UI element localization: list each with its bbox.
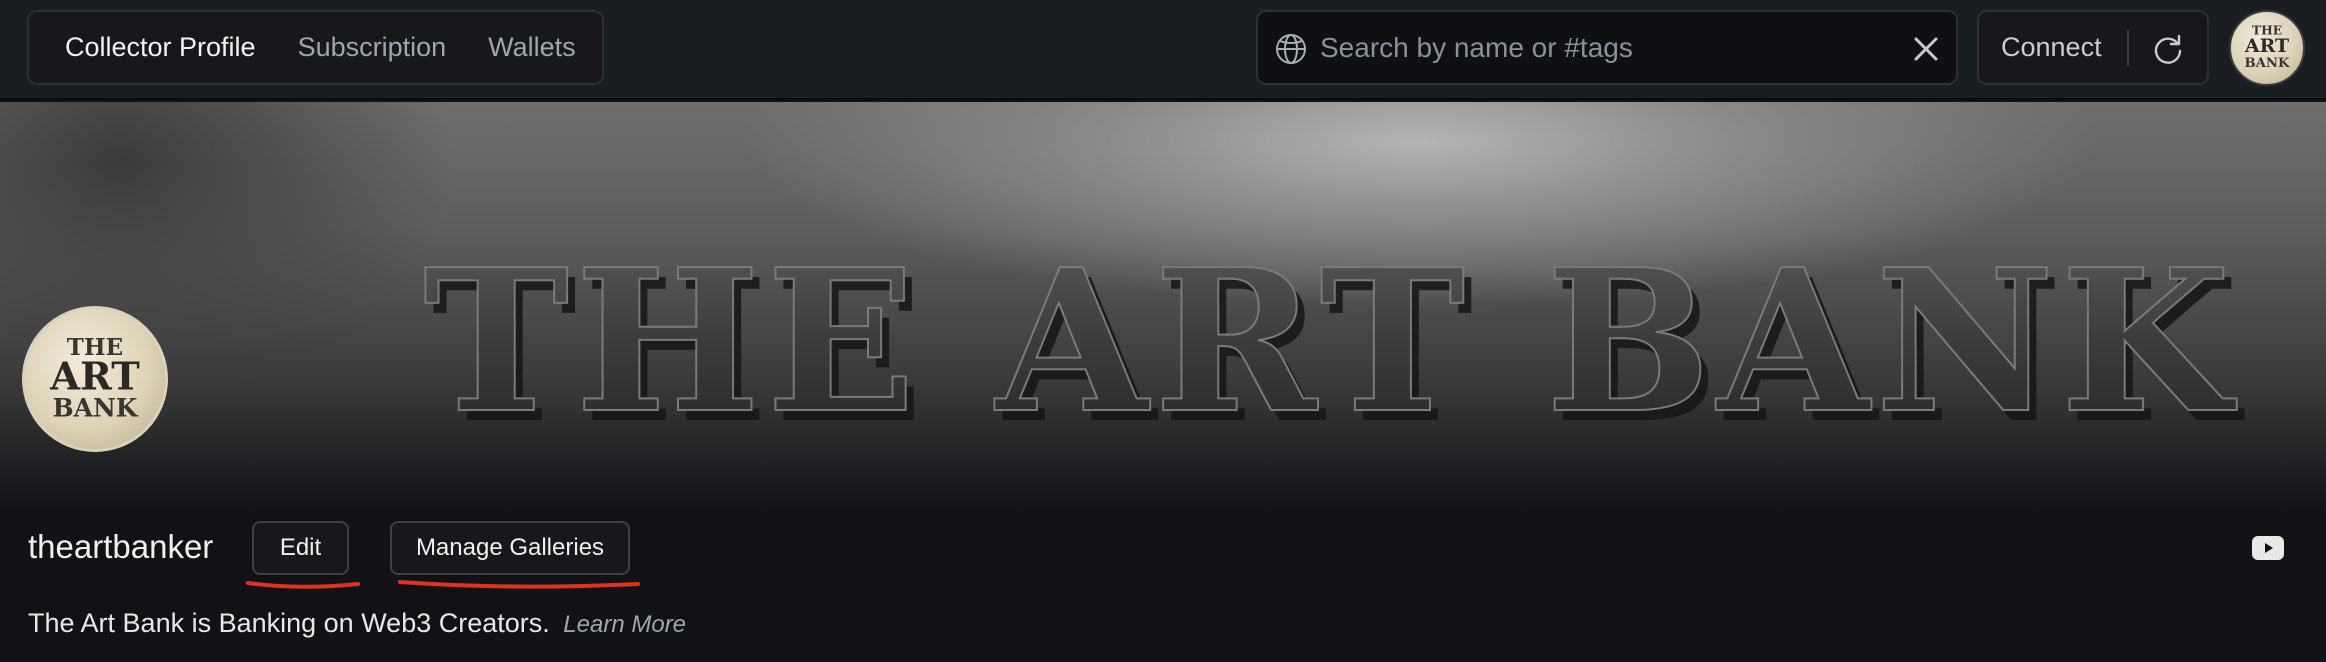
close-icon[interactable] <box>1911 34 1941 64</box>
search-input[interactable] <box>1320 26 1880 70</box>
tab-wallets[interactable]: Wallets <box>488 32 576 63</box>
profile-username: theartbanker <box>28 528 214 565</box>
bio-text: The Art Bank is Banking on Web3 Creators… <box>28 608 550 638</box>
learn-more-link[interactable]: Learn More <box>563 611 686 638</box>
youtube-icon[interactable] <box>2252 536 2284 560</box>
svg-text:BANK: BANK <box>2244 56 2290 71</box>
connect-button[interactable]: Connect <box>2001 32 2102 63</box>
art-bank-logo-icon: THE ART BANK <box>2244 23 2290 71</box>
profile-avatar[interactable]: THE ART BANK <box>22 306 168 452</box>
refresh-icon[interactable] <box>2151 32 2185 66</box>
top-navigation-bar: Collector Profile Subscription Wallets C… <box>0 0 2326 100</box>
svg-text:BANK: BANK <box>53 393 139 422</box>
annotation-underline <box>246 580 640 589</box>
profile-bio: The Art Bank is Banking on Web3 Creators… <box>28 608 686 639</box>
tab-subscription[interactable]: Subscription <box>298 32 447 63</box>
edit-profile-button[interactable]: Edit <box>252 521 349 575</box>
svg-text:ART: ART <box>2244 35 2289 57</box>
banner-artwork: THE ART BANK THE ART BANK <box>422 226 2239 467</box>
account-avatar[interactable]: THE ART BANK <box>2229 10 2305 86</box>
search-bar <box>1256 10 1958 85</box>
banner-headline: THE ART BANK <box>423 227 2237 457</box>
globe-icon <box>1276 34 1306 64</box>
art-bank-logo-icon: THE ART BANK <box>49 334 140 422</box>
connect-group: Connect <box>1977 10 2209 85</box>
tab-collector-profile[interactable]: Collector Profile <box>65 32 256 63</box>
profile-banner: THE ART BANK THE ART BANK THE ART BANK <box>0 102 2326 512</box>
divider <box>2127 30 2129 66</box>
profile-tabs: Collector Profile Subscription Wallets <box>27 10 604 85</box>
manage-galleries-button[interactable]: Manage Galleries <box>390 521 630 575</box>
